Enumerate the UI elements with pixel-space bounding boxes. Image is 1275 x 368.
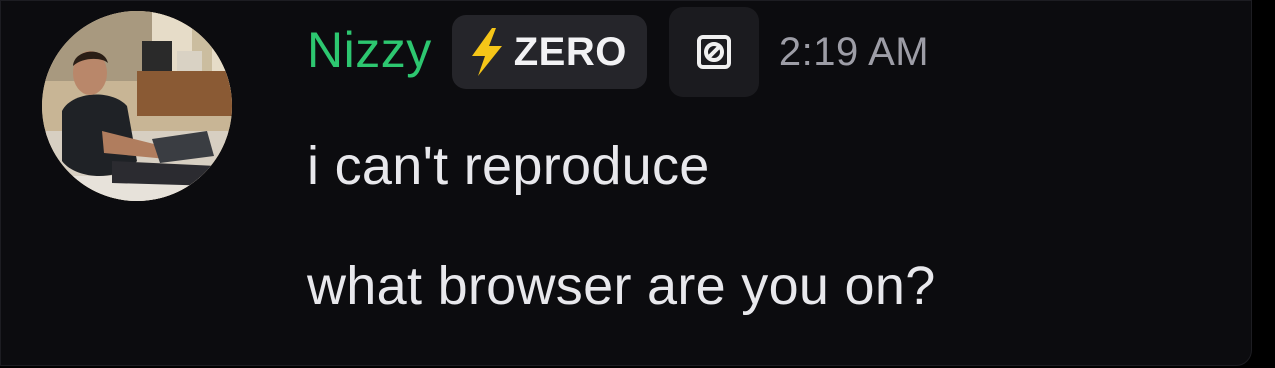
message-text-line: i can't reproduce bbox=[307, 136, 710, 196]
lightning-bolt-icon bbox=[471, 28, 502, 76]
avatar[interactable] bbox=[42, 11, 232, 201]
avatar-photo bbox=[42, 11, 232, 201]
message-text-line: what browser are you on? bbox=[307, 256, 936, 316]
app-badge[interactable] bbox=[668, 7, 759, 97]
server-tag-label: ZERO bbox=[513, 29, 627, 74]
username[interactable]: Nizzy bbox=[307, 25, 432, 75]
timestamp[interactable]: 2:19 AM bbox=[779, 30, 929, 75]
app-badge-icon bbox=[696, 35, 731, 69]
chat-message: Nizzy ZERO 2:19 AM i can't reproduce wha… bbox=[0, 0, 1252, 366]
server-tag[interactable]: ZERO bbox=[451, 15, 647, 89]
message-header: Nizzy ZERO 2:19 AM bbox=[307, 7, 929, 97]
